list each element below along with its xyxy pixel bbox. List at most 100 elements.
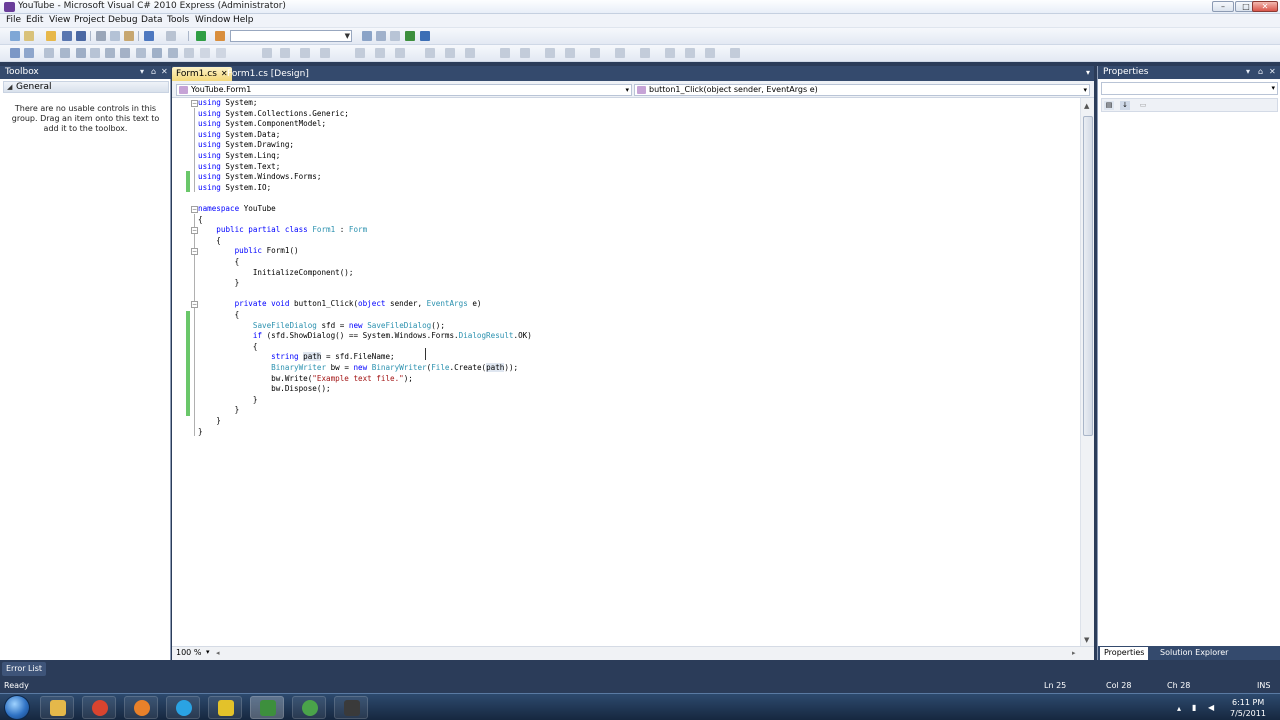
vertical-remove-icon[interactable] [590,48,600,58]
taskbar-explorer[interactable] [40,696,74,719]
chevron-down-icon[interactable]: ▾ [206,648,210,656]
show-hidden-icons-icon[interactable]: ▴ [1177,704,1181,713]
volume-icon[interactable]: ◀ [1208,703,1214,712]
size-to-grid-icon[interactable] [300,48,310,58]
menu-window[interactable]: Window [195,15,231,25]
menu-data[interactable]: Data [141,15,163,25]
lock-icon[interactable] [705,48,715,58]
object-selector-combo[interactable]: ▾ [1101,82,1278,95]
center-icon[interactable] [640,48,650,58]
same-width-icon[interactable] [105,48,115,58]
vertical-scrollbar[interactable]: ▲ ▼ [1080,98,1094,646]
code-text-area[interactable]: − − − − − using System; using System.Col… [172,98,1080,646]
tab-form1-design[interactable]: Form1.cs [Design] [223,67,313,81]
send-backward-icon[interactable] [685,48,695,58]
align-to-grid-icon[interactable] [320,48,330,58]
save-icon[interactable] [62,31,72,41]
scroll-right-icon[interactable]: ▸ [1072,649,1076,657]
close-icon[interactable]: ✕ [1269,67,1276,76]
network-icon[interactable]: ▮ [1192,703,1196,712]
pin-icon[interactable]: ⌂ [1258,67,1263,76]
taskbar-utorrent[interactable] [292,696,326,719]
align-center-icon[interactable] [44,48,54,58]
solution-explorer-icon[interactable] [376,31,386,41]
scroll-down-icon[interactable]: ▼ [1084,636,1089,644]
align-bottoms-icon[interactable] [395,48,405,58]
taskbar-visual-csharp[interactable] [250,696,284,719]
tab-order-icon[interactable] [216,48,226,58]
chevron-down-icon[interactable]: ▾ [1086,68,1090,77]
error-list-tab[interactable]: Error List [2,662,47,676]
tab-properties[interactable]: Properties [1100,647,1149,660]
make-same-size-icon[interactable] [280,48,290,58]
new-project-icon[interactable] [10,31,20,41]
menu-help[interactable]: Help [233,15,254,25]
equalize-spacing-icon[interactable] [500,48,510,58]
same-height-icon[interactable] [120,48,130,58]
collapse-icon[interactable]: − [191,206,198,213]
align-left-icon[interactable] [24,48,34,58]
vertical-increase-icon[interactable] [545,48,555,58]
menu-file[interactable]: File [6,15,21,25]
close-icon[interactable]: ✕ [161,67,168,76]
toolbox-icon[interactable] [420,31,430,41]
start-debugging-icon[interactable] [196,31,206,41]
add-item-icon[interactable] [24,31,34,41]
decrease-spacing-icon[interactable] [445,48,455,58]
lock-controls-icon[interactable] [200,48,210,58]
collapse-icon[interactable]: − [191,248,198,255]
tab-order-view-icon[interactable] [730,48,740,58]
chevron-down-icon[interactable]: ▾ [1246,67,1250,76]
center-vertically-icon[interactable] [184,48,194,58]
vertical-spacing-icon[interactable] [152,48,162,58]
menu-debug[interactable]: Debug [108,15,138,25]
object-browser-icon[interactable] [405,31,415,41]
center-horizontally-icon[interactable] [168,48,178,58]
clock-time[interactable]: 6:11 PM [1232,698,1264,707]
redo-icon[interactable] [166,31,176,41]
property-pages-icon[interactable]: ▭ [1138,101,1148,110]
solution-config-icon[interactable] [215,31,225,41]
find-icon[interactable] [362,31,372,41]
close-button[interactable]: ✕ [1252,1,1278,12]
grid-icon[interactable] [520,48,530,58]
members-combo[interactable]: button1_Click(object sender, EventArgs e… [634,84,1090,96]
vertical-decrease-icon[interactable] [565,48,575,58]
collapse-icon[interactable]: − [191,100,198,107]
chevron-down-icon[interactable]: ▾ [140,67,144,76]
scroll-left-icon[interactable]: ◂ [216,649,220,657]
bring-forward-icon[interactable] [665,48,675,58]
cut-icon[interactable] [96,31,106,41]
clock-date[interactable]: 7/5/2011 [1230,709,1266,718]
collapse-icon[interactable]: − [191,301,198,308]
bring-to-front-icon[interactable] [76,48,86,58]
alphabetical-icon[interactable]: ↓ [1120,101,1130,110]
undo-icon[interactable] [144,31,154,41]
paste-icon[interactable] [124,31,134,41]
open-file-icon[interactable] [46,31,56,41]
scroll-up-icon[interactable]: ▲ [1084,102,1089,110]
taskbar-app-dark[interactable] [334,696,368,719]
save-all-icon[interactable] [76,31,86,41]
categorized-icon[interactable]: ▤ [1104,101,1114,110]
collapse-icon[interactable]: − [191,227,198,234]
toolbox-group-general[interactable]: ◢ General [3,81,169,93]
find-combo-box[interactable]: ▼ [230,30,352,42]
menu-edit[interactable]: Edit [26,15,43,25]
align-tops-icon[interactable] [355,48,365,58]
horizontal-spacing-icon[interactable] [136,48,146,58]
start-button[interactable] [4,695,30,720]
taskbar-firefox[interactable] [124,696,158,719]
align-right-icon[interactable] [60,48,70,58]
pin-icon[interactable]: ⌂ [151,67,156,76]
send-to-back-icon[interactable] [90,48,100,58]
increase-spacing-icon[interactable] [425,48,435,58]
taskbar-chrome[interactable] [82,696,116,719]
properties-window-icon[interactable] [390,31,400,41]
menu-view[interactable]: View [49,15,70,25]
menu-tools[interactable]: Tools [167,15,189,25]
tab-solution-explorer[interactable]: Solution Explorer [1156,647,1232,660]
format-icon[interactable] [10,48,20,58]
types-combo[interactable]: YouTube.Form1 ▾ [176,84,632,96]
copy-icon[interactable] [110,31,120,41]
